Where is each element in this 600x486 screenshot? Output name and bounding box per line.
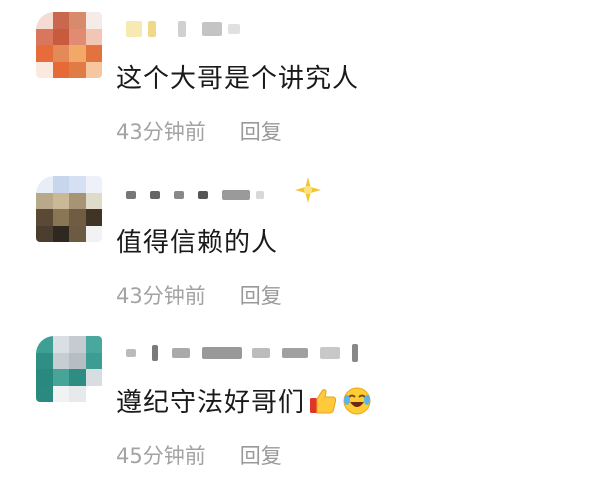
comment-text: 遵纪守法好哥们	[116, 388, 306, 418]
comment-item: 这个大哥是个讲究人 43分钟前 回复	[0, 12, 600, 162]
comment-text-row: 遵纪守法好哥们	[116, 382, 373, 419]
comment-meta: 45分钟前 回复	[116, 440, 282, 470]
comment-item: 值得信赖的人 43分钟前 回复	[0, 176, 600, 326]
comment-text: 值得信赖的人	[116, 228, 279, 258]
sparkle-icon	[295, 177, 321, 203]
comment-time: 43分钟前	[116, 120, 206, 144]
comment-meta: 43分钟前 回复	[116, 116, 282, 146]
tears-of-joy-icon	[343, 387, 371, 414]
username-blurred[interactable]	[126, 18, 240, 40]
avatar[interactable]	[36, 12, 102, 78]
reply-button[interactable]: 回复	[240, 440, 282, 470]
username-blurred[interactable]	[126, 342, 358, 364]
avatar[interactable]	[36, 176, 102, 242]
avatar[interactable]	[36, 336, 102, 402]
comment-time: 43分钟前	[116, 284, 206, 308]
comment-time: 45分钟前	[116, 444, 206, 468]
comment-meta: 43分钟前 回复	[116, 280, 282, 310]
reply-button[interactable]: 回复	[240, 116, 282, 146]
comment-item: 遵纪守法好哥们 45分钟前 回复	[0, 336, 600, 486]
thumbs-up-icon	[310, 388, 337, 413]
reply-button[interactable]: 回复	[240, 280, 282, 310]
comment-text: 这个大哥是个讲究人	[116, 64, 360, 94]
username-blurred[interactable]	[126, 184, 264, 206]
